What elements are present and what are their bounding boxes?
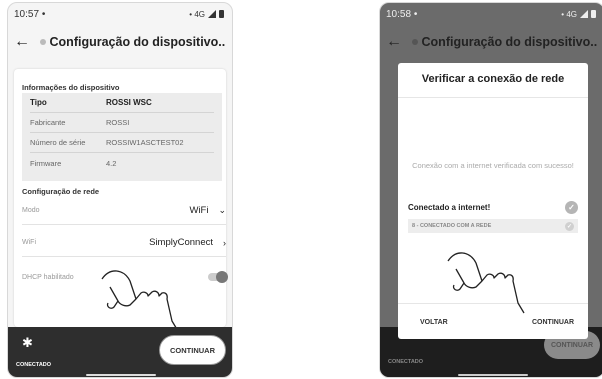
app-bar: ← Configuração do dispositivo... [8, 25, 232, 59]
status-bar: 10:57 • • 4G [8, 3, 232, 25]
internet-status-label: Conectado a internet! [408, 203, 491, 212]
page-title: Configuração do dispositivo... [421, 35, 598, 49]
status-dot: • [413, 8, 418, 20]
nav-pill [86, 374, 156, 376]
signal-icon [580, 10, 588, 18]
status-dot: • [41, 8, 46, 20]
status-code-row: 8 - CONECTADO COM A REDE ✓ [408, 219, 578, 233]
row-key: Tipo [30, 98, 47, 107]
network-config-title: Configuração de rede [22, 187, 100, 196]
check-icon: ✓ [565, 201, 578, 214]
dialog-message: Conexão com a internet verificada com su… [412, 161, 574, 170]
internet-status-row: Conectado a internet! ✓ [408, 201, 578, 214]
row-key: Número de série [30, 138, 86, 147]
status-bar: 10:58 • • 4G [380, 3, 602, 25]
page-title: Configuração do dispositivo... [49, 35, 226, 49]
battery-icon [591, 10, 596, 18]
bluetooth-icon: ✱ [22, 335, 33, 350]
wifi-value: SimplyConnect [149, 237, 213, 248]
pointing-hand-icon [101, 270, 179, 332]
battery-icon [219, 10, 224, 18]
mode-value: WiFi [189, 205, 209, 216]
title-dot-icon [39, 39, 46, 45]
signal-icon [208, 10, 216, 18]
wifi-row[interactable]: WiFi SimplyConnect › [22, 229, 226, 257]
table-row: Tipo ROSSI WSC [30, 93, 214, 113]
bottom-bar: ✱ CONECTADO CONTINUAR [8, 327, 232, 377]
title-dot-icon [411, 39, 418, 45]
back-button[interactable]: VOLTAR [420, 319, 448, 326]
row-value: 4.2 [106, 158, 117, 168]
mode-row[interactable]: Modo WiFi ⌄ [22, 197, 226, 225]
device-info-title: Informações do dispositivo [22, 83, 120, 92]
table-row: Fabricante ROSSI [30, 113, 214, 133]
phone-screen-network-dialog: 10:58 • • 4G ← Configuração do dispositi… [379, 2, 602, 378]
table-row: Firmware 4.2 [30, 153, 214, 173]
chevron-right-icon: › [223, 237, 226, 248]
dialog-title: Verificar a conexão de rede [421, 73, 565, 85]
connection-status: CONECTADO [16, 362, 52, 368]
status-time: 10:57 [14, 8, 40, 20]
status-time: 10:58 [386, 8, 412, 20]
mode-label: Modo [22, 207, 40, 214]
row-value: ROSSIW1ASCTEST02 [106, 138, 184, 147]
dhcp-toggle[interactable] [208, 271, 228, 283]
phone-screen-device-config: 10:57 • • 4G ← Configuração do dispositi… [7, 2, 233, 378]
chevron-down-icon: ⌄ [218, 205, 226, 215]
table-row: Número de série ROSSIW1ASCTEST02 [30, 133, 214, 153]
wifi-label: WiFi [22, 239, 36, 246]
row-key: Firmware [30, 158, 62, 168]
continue-button[interactable]: CONTINUAR [159, 335, 226, 365]
divider [398, 97, 588, 98]
connection-status: CONECTADO [388, 359, 424, 365]
arrow-left-icon: ← [386, 33, 402, 50]
nav-pill [458, 374, 528, 376]
device-info-table: Tipo ROSSI WSC Fabricante ROSSI Número de … [22, 93, 222, 181]
check-icon: ✓ [565, 221, 574, 231]
row-key: Fabricante [30, 118, 66, 127]
app-bar: ← Configuração do dispositivo... [380, 25, 602, 59]
row-value: ROSSI WSC [106, 98, 152, 107]
network-label: • 4G [189, 9, 205, 19]
toggle-knob [216, 271, 228, 283]
status-code-text: 8 - CONECTADO COM A REDE [412, 223, 492, 229]
row-value: ROSSI [106, 118, 130, 127]
network-label: • 4G [561, 9, 577, 19]
pointing-hand-icon [447, 252, 525, 314]
arrow-left-icon[interactable]: ← [14, 33, 40, 51]
continue-button[interactable]: CONTINUAR [532, 319, 574, 326]
dhcp-label: DHCP habilitado [22, 273, 74, 281]
